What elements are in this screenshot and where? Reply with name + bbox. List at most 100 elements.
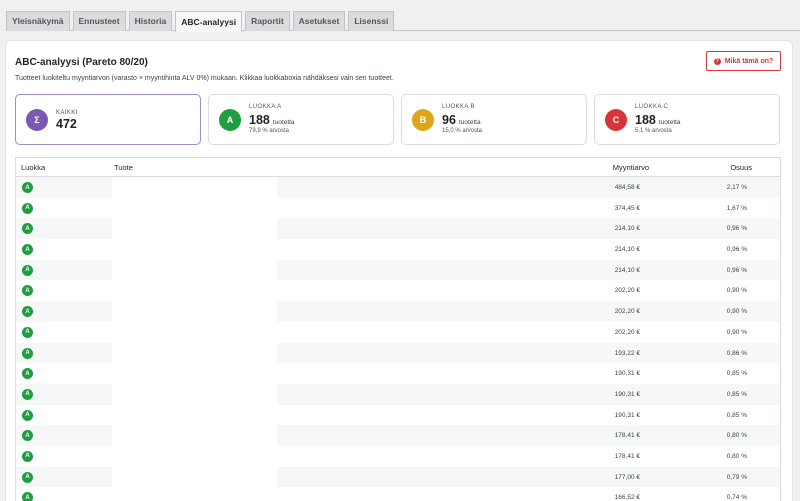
class-card-1[interactable]: A LUOKKA A 188 tuotetta 79,9 % arvosta	[208, 94, 394, 145]
class-badge-icon: A	[219, 109, 241, 131]
tab-2[interactable]: Historia	[128, 11, 173, 31]
class-card-3[interactable]: C LUOKKA C 188 tuotetta 5,1 % arvosta	[594, 94, 780, 145]
table-row[interactable]: A 193,22 € 0,86 %	[16, 342, 780, 364]
product-cell	[112, 466, 277, 488]
card-count-wrap: 188 tuotetta	[635, 113, 681, 127]
share-cell: 0,85 %	[726, 390, 747, 398]
product-cell	[112, 404, 277, 426]
value-cell: 202,20 €	[614, 287, 640, 295]
card-share: 79,9 % arvosta	[249, 128, 290, 134]
help-button[interactable]: ? Mikä tämä on?	[706, 51, 781, 71]
share-cell: 0,80 %	[726, 452, 747, 460]
card-count: 188	[635, 113, 656, 127]
share-cell: 0,86 %	[726, 349, 747, 357]
value-cell: 190,31 €	[614, 370, 640, 378]
share-cell: 0,90 %	[726, 308, 747, 316]
value-cell: 214,10 €	[614, 266, 640, 274]
value-cell: 484,58 €	[614, 184, 640, 191]
share-cell: 0,90 %	[726, 328, 747, 336]
table-row[interactable]: A 178,41 € 0,80 %	[16, 425, 780, 446]
col-share[interactable]: Osuus	[730, 163, 752, 172]
tab-6[interactable]: Lisenssi	[348, 11, 395, 31]
table-row[interactable]: A 178,41 € 0,80 %	[16, 445, 780, 467]
class-card-2[interactable]: B LUOKKA B 96 tuotetta 15,0 % arvosta	[401, 94, 587, 145]
value-cell: 214,10 €	[614, 225, 640, 233]
tab-3[interactable]: ABC-analyysi	[175, 11, 243, 32]
class-badge-icon: A	[22, 202, 33, 214]
product-cell	[112, 383, 277, 405]
table-row[interactable]: A 202,20 € 0,90 %	[16, 321, 780, 343]
value-cell: 374,45 €	[614, 204, 640, 212]
col-product[interactable]: Tuote	[114, 163, 133, 172]
share-cell: 0,96 %	[726, 266, 747, 274]
product-cell	[112, 425, 277, 446]
class-badge-icon: A	[22, 244, 33, 256]
share-cell: 1,67 %	[726, 204, 747, 212]
table-row[interactable]: A 214,10 € 0,96 %	[16, 259, 780, 281]
card-label: LUOKKA C	[635, 104, 669, 110]
help-button-label: Mikä tämä on?	[724, 57, 774, 65]
share-cell: 2,17 %	[726, 184, 747, 191]
class-badge-icon: A	[22, 285, 33, 297]
table-row[interactable]: A 190,31 € 0,85 %	[16, 363, 780, 384]
product-cell	[112, 445, 277, 467]
col-value[interactable]: Myyntiarvo	[613, 163, 649, 172]
share-cell: 0,80 %	[726, 432, 747, 440]
table-row[interactable]: A 177,00 € 0,79 %	[16, 466, 780, 488]
tab-5[interactable]: Asetukset	[292, 11, 346, 31]
value-cell: 178,41 €	[614, 432, 640, 440]
class-badge-icon: A	[22, 326, 33, 338]
table-row[interactable]: A 374,45 € 1,67 %	[16, 197, 780, 219]
class-badge-icon: A	[22, 471, 33, 483]
value-cell: 193,22 €	[614, 349, 640, 357]
product-cell	[112, 218, 277, 240]
class-badge-icon: A	[22, 182, 33, 193]
abc-panel: ABC-analyysi (Pareto 80/20) Tuotteet luo…	[5, 40, 793, 501]
table-row[interactable]: A 484,58 € 2,17 %	[16, 177, 780, 198]
value-cell: 190,31 €	[614, 411, 640, 419]
class-badge-icon: C	[605, 109, 627, 131]
table-header: Luokka Tuote Myyntiarvo Osuus	[16, 158, 780, 177]
card-count: 96	[442, 113, 456, 127]
class-badge-icon: Σ	[26, 109, 48, 131]
tab-1[interactable]: Ennusteet	[72, 11, 126, 31]
value-cell: 190,31 €	[614, 390, 640, 398]
table-row[interactable]: A 190,31 € 0,85 %	[16, 383, 780, 405]
table-row[interactable]: A 202,20 € 0,90 %	[16, 301, 780, 322]
table-row[interactable]: A 190,31 € 0,85 %	[16, 404, 780, 426]
card-unit: tuotetta	[458, 119, 481, 126]
table-row[interactable]: A 214,10 € 0,96 %	[16, 218, 780, 240]
class-badge-icon: A	[22, 492, 33, 501]
col-class[interactable]: Luokka	[21, 163, 45, 172]
tab-0[interactable]: Yleisnäkymä	[6, 11, 70, 31]
class-badge-icon: A	[22, 264, 33, 276]
share-cell: 0,85 %	[726, 370, 747, 378]
product-cell	[112, 487, 277, 501]
table-row[interactable]: A 166,52 € 0,74 %	[16, 487, 780, 501]
value-cell: 202,20 €	[614, 308, 640, 316]
card-label: KAIKKI	[56, 110, 78, 116]
card-count-wrap: 188 tuotetta	[249, 113, 295, 127]
value-cell: 214,10 €	[614, 246, 640, 254]
product-cell	[112, 280, 277, 302]
value-cell: 178,41 €	[614, 452, 640, 460]
card-label: LUOKKA A	[249, 104, 282, 110]
product-cell	[112, 301, 277, 322]
share-cell: 0,85 %	[726, 411, 747, 419]
table-row[interactable]: A 214,10 € 0,96 %	[16, 239, 780, 260]
product-cell	[112, 321, 277, 343]
card-count: 472	[56, 117, 77, 131]
share-cell: 0,96 %	[726, 246, 747, 254]
share-cell: 0,74 %	[726, 494, 747, 501]
class-badge-icon: B	[412, 109, 434, 131]
value-cell: 166,52 €	[614, 494, 640, 501]
product-cell	[112, 239, 277, 260]
class-card-0[interactable]: Σ KAIKKI 472	[15, 94, 201, 145]
product-cell	[112, 342, 277, 364]
table-row[interactable]: A 202,20 € 0,90 %	[16, 280, 780, 302]
tab-4[interactable]: Raportit	[245, 11, 290, 31]
share-cell: 0,90 %	[726, 287, 747, 295]
card-count-wrap: 96 tuotetta	[442, 113, 481, 127]
page-title: ABC-analyysi (Pareto 80/20)	[15, 57, 148, 68]
share-cell: 0,96 %	[726, 225, 747, 233]
